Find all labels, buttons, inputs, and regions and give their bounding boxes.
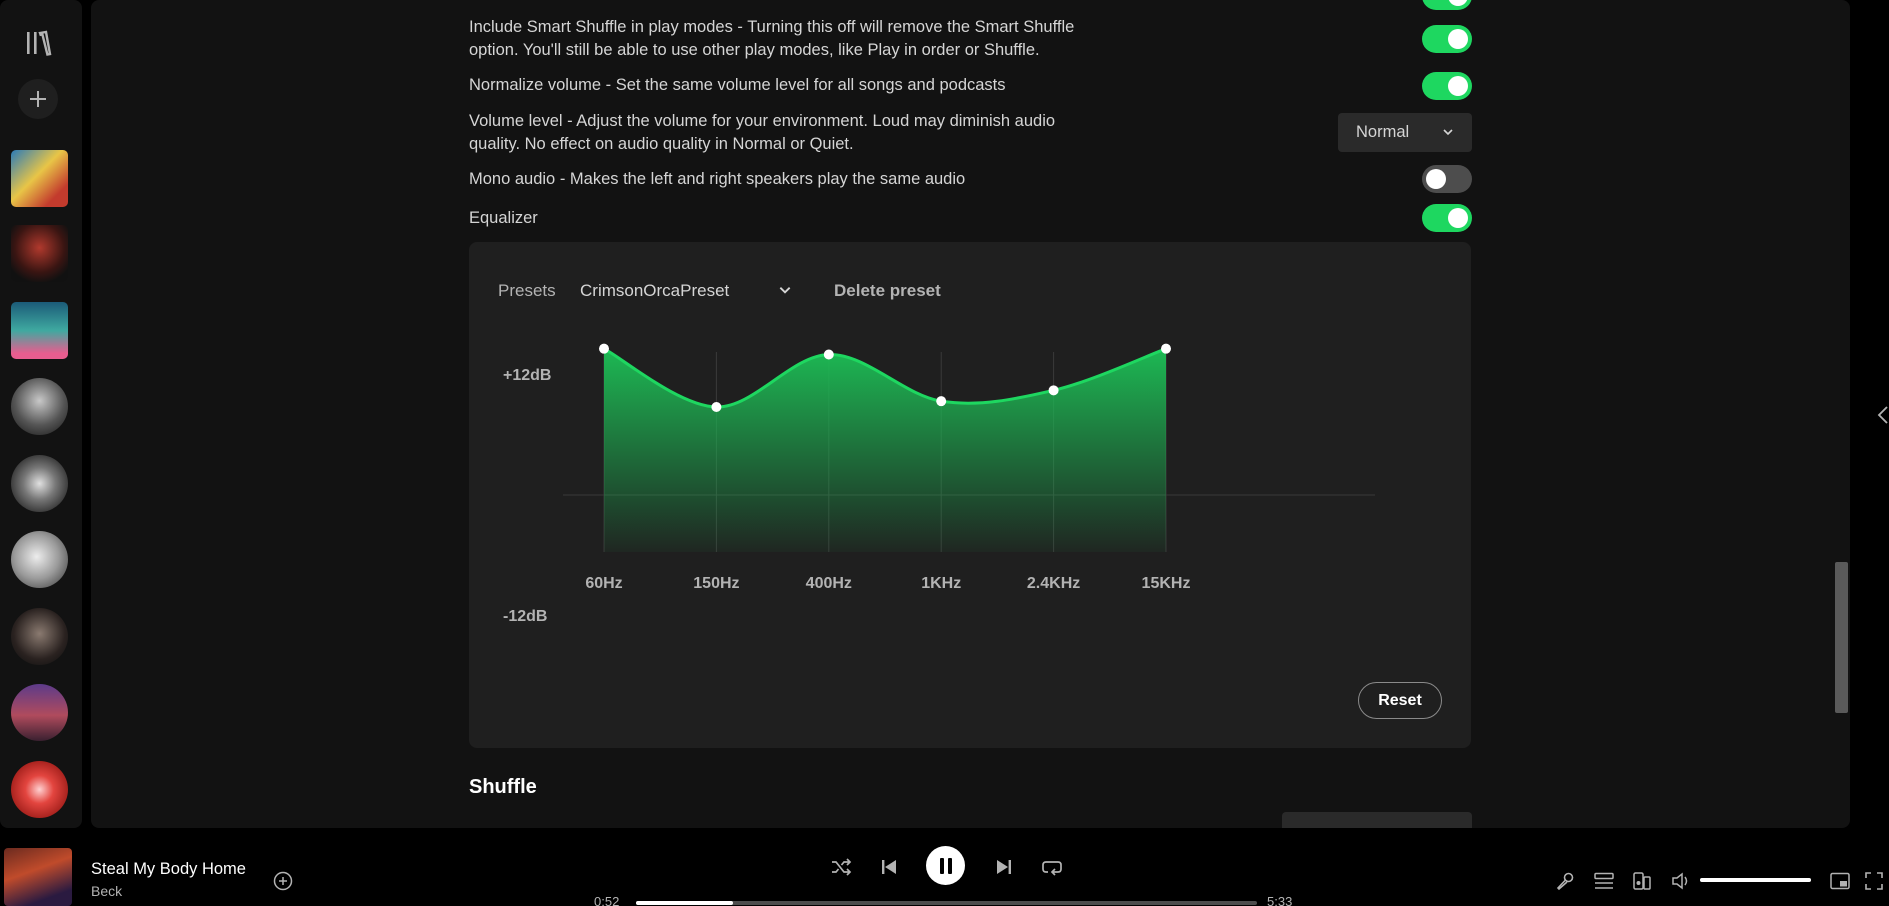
- eq-band-label: 400Hz: [806, 575, 852, 592]
- eq-band-handle[interactable]: [823, 349, 834, 360]
- normalize-volume-toggle[interactable]: [1422, 72, 1472, 100]
- add-to-library-button[interactable]: [271, 869, 295, 893]
- library-icon[interactable]: [22, 26, 56, 60]
- volume-level-label-line1: Volume level - Adjust the volume for you…: [469, 112, 1056, 130]
- eq-band-label: 1KHz: [921, 575, 961, 592]
- repeat-button[interactable]: [1040, 855, 1064, 879]
- connect-device-button[interactable]: [1630, 869, 1654, 893]
- volume-level-value: Normal: [1356, 123, 1410, 141]
- skip-back-icon: [882, 860, 896, 874]
- main-scrollbar[interactable]: [1835, 562, 1848, 713]
- progress-fill: [636, 901, 734, 905]
- library-item-cover[interactable]: [11, 608, 68, 665]
- chevron-left-icon[interactable]: [1877, 405, 1889, 425]
- y-axis-max-label: +12dB: [503, 367, 551, 384]
- previous-setting-toggle[interactable]: [1422, 0, 1472, 10]
- library-item-cover[interactable]: [11, 150, 68, 207]
- y-axis-min-label: -12dB: [503, 608, 547, 625]
- library-item-cover[interactable]: [11, 302, 68, 359]
- toggle-knob: [1448, 0, 1468, 6]
- queue-icon: [1594, 872, 1614, 889]
- repeat-icon: [1042, 861, 1062, 876]
- library-item-cover[interactable]: [11, 761, 68, 818]
- track-artist[interactable]: Beck: [91, 883, 122, 899]
- shuffle-icon: [832, 858, 852, 876]
- mute-button[interactable]: [1669, 869, 1693, 893]
- app-window: Include Smart Shuffle in play modes - Tu…: [0, 0, 1889, 906]
- eq-band-label: 150Hz: [693, 575, 739, 592]
- smart-shuffle-setting: Include Smart Shuffle in play modes - Tu…: [469, 16, 1469, 62]
- queue-button[interactable]: [1592, 869, 1616, 893]
- next-button[interactable]: [992, 855, 1016, 879]
- library-sidebar: [0, 0, 82, 828]
- plus-circle-icon: [273, 871, 293, 891]
- eq-band-handle[interactable]: [711, 402, 722, 412]
- volume-fill: [1700, 878, 1811, 882]
- smart-shuffle-label-line1: Include Smart Shuffle in play modes - Tu…: [469, 18, 1075, 36]
- shuffle-button[interactable]: [829, 855, 853, 879]
- playback-progress-bar[interactable]: [636, 901, 1257, 905]
- previous-button[interactable]: [877, 855, 901, 879]
- fullscreen-icon: [1865, 872, 1883, 890]
- create-playlist-button[interactable]: [18, 79, 58, 119]
- library-item-cover[interactable]: [11, 378, 68, 435]
- equalizer-toggle[interactable]: [1422, 204, 1472, 232]
- volume-level-label-line2: quality. No effect on audio quality in N…: [469, 135, 854, 153]
- duration-time: 5:33: [1267, 894, 1293, 906]
- library-item-cover[interactable]: [11, 684, 68, 741]
- toggle-knob: [1448, 76, 1468, 96]
- speaker-icon: [1672, 872, 1688, 890]
- eq-band-label: 15KHz: [1142, 575, 1191, 592]
- lyrics-button[interactable]: [1553, 869, 1577, 893]
- normalize-volume-label: Normalize volume - Set the same volume l…: [469, 76, 1006, 94]
- microphone-icon: [1556, 872, 1574, 891]
- smart-shuffle-toggle[interactable]: [1422, 25, 1472, 53]
- volume-slider[interactable]: [1700, 878, 1811, 882]
- miniplayer-button[interactable]: [1828, 869, 1852, 893]
- smart-shuffle-label-line2: option. You'll still be able to use othe…: [469, 41, 1040, 59]
- connect-device-icon: [1633, 872, 1651, 890]
- pause-button[interactable]: [926, 846, 965, 885]
- toggle-knob: [1426, 169, 1446, 189]
- eq-band-handle[interactable]: [599, 343, 609, 354]
- track-title[interactable]: Steal My Body Home: [91, 860, 246, 879]
- skip-forward-icon: [997, 860, 1011, 874]
- shuffle-section-title: Shuffle: [469, 776, 537, 798]
- eq-band-handle[interactable]: [1048, 385, 1059, 396]
- fullscreen-button[interactable]: [1862, 869, 1886, 893]
- chevron-down-icon: [1443, 129, 1453, 136]
- reset-equalizer-button[interactable]: Reset: [1358, 682, 1442, 719]
- shuffle-select-partial[interactable]: [1282, 812, 1472, 828]
- volume-level-setting: Volume level - Adjust the volume for you…: [469, 110, 1469, 156]
- equalizer-panel: Presets CrimsonOrcaPreset Delete preset …: [469, 242, 1471, 748]
- toggle-knob: [1448, 29, 1468, 49]
- equalizer-label: Equalizer: [469, 209, 538, 227]
- now-playing-cover[interactable]: [4, 848, 72, 906]
- eq-band-label: 2.4KHz: [1027, 575, 1080, 592]
- volume-level-select[interactable]: Normal: [1338, 113, 1472, 152]
- mono-audio-label: Mono audio - Makes the left and right sp…: [469, 170, 966, 188]
- miniplayer-icon: [1830, 872, 1850, 890]
- settings-main: Include Smart Shuffle in play modes - Tu…: [91, 0, 1850, 828]
- elapsed-time: 0:52: [594, 894, 620, 906]
- library-item-cover[interactable]: [11, 225, 68, 282]
- eq-band-label: 60Hz: [585, 575, 622, 592]
- eq-band-handle[interactable]: [936, 396, 947, 407]
- library-item-cover[interactable]: [11, 531, 68, 588]
- eq-band-handle[interactable]: [1161, 343, 1171, 354]
- library-item-cover[interactable]: [11, 455, 68, 512]
- eq-curve-area: [604, 348, 1166, 552]
- equalizer-chart: +12dB -12dB 60Hz 150Hz 400Hz 1KHz 2.4KHz 15KH…: [503, 343, 1375, 625]
- pause-icon: [939, 857, 952, 874]
- mono-audio-toggle[interactable]: [1422, 165, 1472, 193]
- plus-icon: [30, 91, 46, 107]
- toggle-knob: [1448, 208, 1468, 228]
